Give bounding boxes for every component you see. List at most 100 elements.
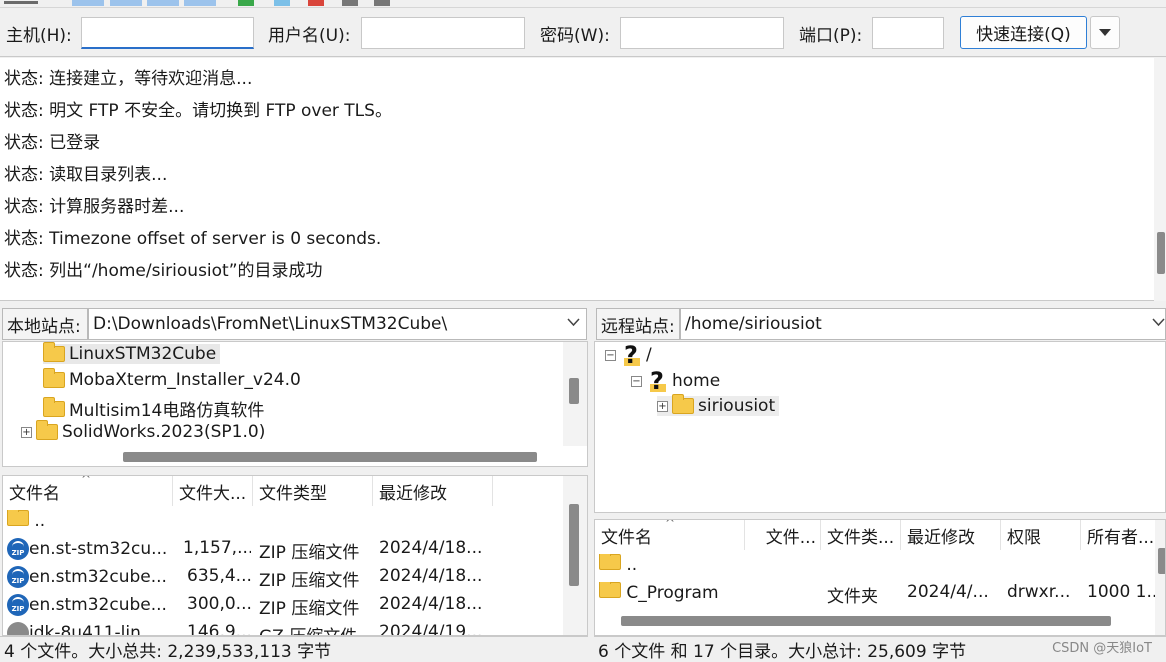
menu-icon[interactable]	[4, 1, 38, 4]
file-type: 文件夹	[827, 587, 878, 607]
local-directory-tree[interactable]: LinuxSTM32Cube MobaXterm_Installer_v24.0…	[2, 341, 588, 467]
local-file-list[interactable]: 文件名 ^ 文件大... 文件类型 最近修改 .. ZIP en.st-stm32c…	[2, 475, 588, 636]
log-line: 状态: 读取目录列表...	[4, 165, 168, 185]
remote-path-value: /home/siriousiot	[685, 314, 822, 334]
password-input[interactable]	[620, 17, 784, 49]
table-row[interactable]: ZIP en.stm32cube...	[7, 566, 171, 588]
tree-item[interactable]: MobaXterm_Installer_v24.0	[43, 368, 301, 390]
local-tree-scrollbar-thumb[interactable]	[569, 378, 579, 404]
file-size: 635,4...	[187, 566, 251, 586]
expand-icon[interactable]: +	[657, 400, 668, 412]
cancel-icon[interactable]	[308, 0, 324, 6]
log-scrollbar-thumb[interactable]	[1157, 232, 1165, 274]
file-size: 1,157,...	[183, 538, 251, 558]
unknown-folder-icon: ?	[646, 369, 668, 393]
chevron-down-icon	[1099, 29, 1111, 36]
folder-icon	[43, 342, 65, 362]
column-header-type[interactable]: 文件类型	[253, 476, 373, 506]
file-owner: 1000 1...	[1087, 582, 1163, 602]
folder-icon	[672, 394, 694, 414]
quick-connect-button[interactable]: 快速连接(Q)	[960, 16, 1087, 49]
column-header-modified[interactable]: 最近修改	[373, 476, 493, 506]
message-log[interactable]: 状态: 连接建立，等待欢迎消息... 状态: 明文 FTP 不安全。请切换到 F…	[0, 58, 1166, 301]
quick-connect-history-button[interactable]	[1090, 16, 1120, 49]
gz-file-icon	[7, 622, 29, 635]
disconnect-icon[interactable]	[342, 0, 358, 6]
column-header-type[interactable]: 文件类...	[821, 520, 901, 550]
folder-icon	[36, 420, 58, 440]
host-input[interactable]	[81, 17, 254, 49]
log-line: 状态: 列出“/home/siriousiot”的目录成功	[4, 261, 323, 281]
remote-list-scrollbar[interactable]	[1155, 520, 1165, 635]
toolbar-button-1[interactable]	[72, 0, 104, 6]
column-header-permissions[interactable]: 权限	[1001, 520, 1081, 550]
log-line: 状态: 明文 FTP 不安全。请切换到 FTP over TLS。	[4, 101, 392, 121]
table-row[interactable]: C_Program	[599, 582, 719, 603]
tree-item[interactable]: Multisim14电路仿真软件	[43, 396, 264, 421]
file-type: ZIP 压缩文件	[259, 571, 360, 591]
tree-item[interactable]: −? home	[631, 369, 720, 393]
column-header-owner[interactable]: 所有者...	[1081, 520, 1165, 550]
remote-path-combobox[interactable]: /home/siriousiot	[680, 308, 1166, 340]
zip-file-icon: ZIP	[7, 566, 29, 588]
collapse-icon[interactable]: −	[631, 375, 642, 387]
port-label: 端口(P):	[799, 26, 863, 46]
file-type: GZ 压缩文件	[259, 622, 357, 635]
toolbar-button-2[interactable]	[110, 0, 142, 6]
column-header-filename[interactable]: 文件名 ^	[3, 476, 173, 506]
tree-item[interactable]: LinuxSTM32Cube	[43, 342, 221, 364]
table-row[interactable]: ZIP en.st-stm32cu...	[7, 538, 171, 560]
sort-ascending-icon: ^	[81, 475, 92, 486]
log-line: 状态: Timezone offset of server is 0 secon…	[4, 229, 382, 249]
file-size: 146,9...	[187, 622, 251, 636]
file-modified: 2024/4/...	[907, 582, 989, 602]
local-site-label: 本地站点:	[2, 308, 88, 340]
host-label: 主机(H):	[6, 26, 72, 46]
remote-file-list[interactable]: 文件名 ^ 文件... 文件类... 最近修改 权限 所有者... .. C_Pr…	[594, 519, 1166, 636]
collapse-icon[interactable]: −	[605, 349, 616, 361]
toolbar-button-4[interactable]	[184, 0, 216, 6]
process-queue-icon[interactable]	[274, 0, 290, 6]
watermark: CSDN @天狼IoT	[1052, 641, 1152, 656]
table-row[interactable]: jdk-8u411-lin...	[7, 622, 171, 635]
pane-splitter[interactable]	[588, 305, 594, 661]
chevron-down-icon	[567, 318, 580, 327]
column-header-filename[interactable]: 文件名 ^	[595, 520, 745, 550]
local-tree-hscrollbar-thumb[interactable]	[123, 452, 537, 462]
local-list-scrollbar-thumb[interactable]	[569, 504, 579, 586]
tree-item[interactable]: −? /	[605, 343, 652, 367]
column-header-size[interactable]: 文件...	[745, 520, 821, 550]
tree-item[interactable]: + SolidWorks.2023(SP1.0)	[21, 420, 265, 442]
remote-list-scrollbar-thumb[interactable]	[1158, 548, 1165, 574]
column-header-modified[interactable]: 最近修改	[901, 520, 1001, 550]
table-row[interactable]: ZIP en.stm32cube...	[7, 594, 171, 616]
expand-icon[interactable]: +	[21, 426, 32, 438]
tree-item[interactable]: + siriousiot	[657, 394, 780, 416]
remote-list-hscrollbar-thumb[interactable]	[621, 616, 1111, 626]
toolbar-button-3[interactable]	[147, 0, 179, 6]
zip-file-icon: ZIP	[7, 538, 29, 560]
reconnect-icon[interactable]	[374, 0, 390, 6]
remote-site-label: 远程站点:	[596, 308, 680, 340]
folder-icon	[599, 554, 621, 570]
chevron-down-icon	[1152, 318, 1165, 327]
table-row[interactable]: ..	[7, 510, 45, 531]
quickconnect-bar: 主机(H): 用户名(U): 密码(W): 端口(P): 快速连接(Q)	[0, 9, 1166, 57]
local-status-bar: 4 个文件。大小总共: 2,239,533,113 字节	[0, 636, 588, 662]
username-label: 用户名(U):	[268, 26, 351, 46]
table-row[interactable]: ..	[599, 554, 637, 575]
log-line: 状态: 计算服务器时差...	[4, 197, 185, 217]
remote-directory-tree[interactable]: −? / −? home + siriousiot	[594, 341, 1166, 513]
file-modified: 2024/4/18...	[379, 594, 483, 614]
remote-site-bar: 远程站点: /home/siriousiot	[594, 308, 1166, 340]
file-type: ZIP 压缩文件	[259, 599, 360, 619]
file-type: ZIP 压缩文件	[259, 543, 360, 563]
column-header-size[interactable]: 文件大...	[173, 476, 253, 506]
username-input[interactable]	[361, 17, 525, 49]
folder-icon	[7, 510, 29, 526]
local-path-combobox[interactable]: D:\Downloads\FromNet\LinuxSTM32Cube\	[88, 308, 587, 340]
log-line: 状态: 已登录	[4, 133, 101, 153]
port-input[interactable]	[872, 17, 944, 49]
refresh-icon[interactable]	[238, 0, 254, 6]
file-size: 300,0...	[187, 594, 251, 614]
